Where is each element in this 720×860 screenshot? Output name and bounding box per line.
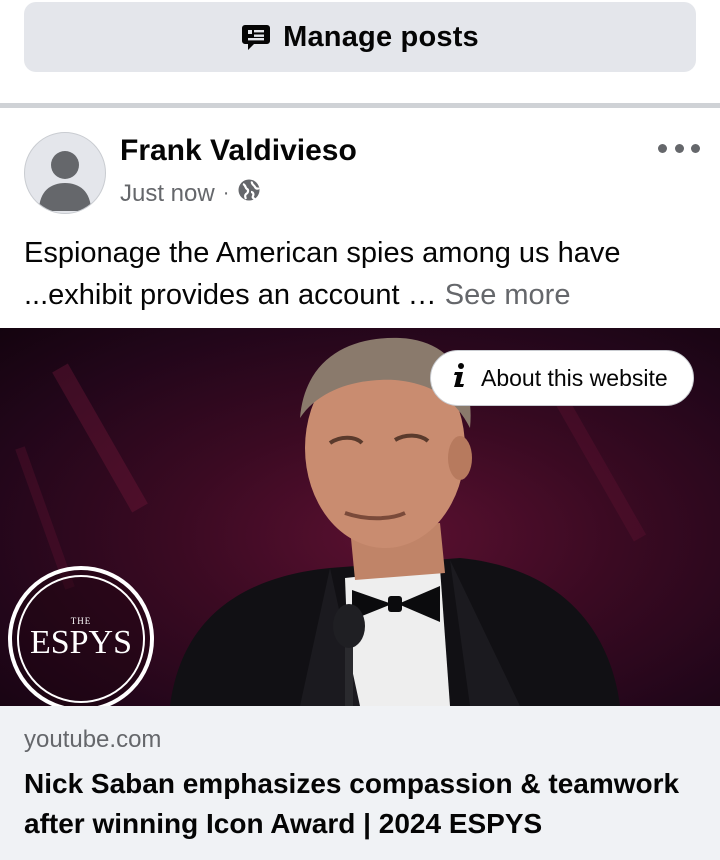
about-this-website-button[interactable]: About this website: [430, 350, 694, 406]
avatar[interactable]: [24, 132, 106, 214]
dot-icon: [658, 143, 667, 153]
espys-logo: THE ESPYS: [8, 566, 154, 706]
manage-posts-label: Manage posts: [283, 20, 479, 53]
more-options-button[interactable]: [658, 136, 700, 160]
info-icon: [451, 362, 469, 394]
link-preview-image[interactable]: About this website THE ESPYS: [0, 328, 720, 706]
message-lines-icon: [241, 22, 271, 52]
post-card: Frank Valdivieso Just now · Espionage th…: [0, 108, 720, 860]
see-more-link[interactable]: See more: [445, 279, 571, 311]
dot-icon: [691, 143, 700, 153]
globe-icon: [237, 178, 261, 209]
post-meta: Just now ·: [120, 178, 261, 209]
link-domain: youtube.com: [24, 726, 162, 753]
default-person-icon: [39, 151, 91, 211]
espys-logo-word: ESPYS: [29, 624, 133, 661]
about-this-website-label: About this website: [481, 364, 668, 391]
post-text: Espionage the American spies among us ha…: [24, 232, 704, 316]
manage-posts-button[interactable]: Manage posts: [24, 2, 696, 72]
meta-separator: ·: [222, 182, 230, 204]
espys-logo-inner: THE ESPYS: [17, 575, 145, 703]
link-title: Nick Saban emphasizes compassion & teamw…: [24, 768, 680, 839]
author-name[interactable]: Frank Valdivieso: [120, 134, 357, 168]
post-time[interactable]: Just now: [120, 180, 215, 208]
manage-posts-bar: Manage posts: [0, 0, 720, 104]
link-preview-footer[interactable]: youtube.com Nick Saban emphasizes compas…: [0, 706, 720, 860]
dot-icon: [674, 143, 684, 153]
